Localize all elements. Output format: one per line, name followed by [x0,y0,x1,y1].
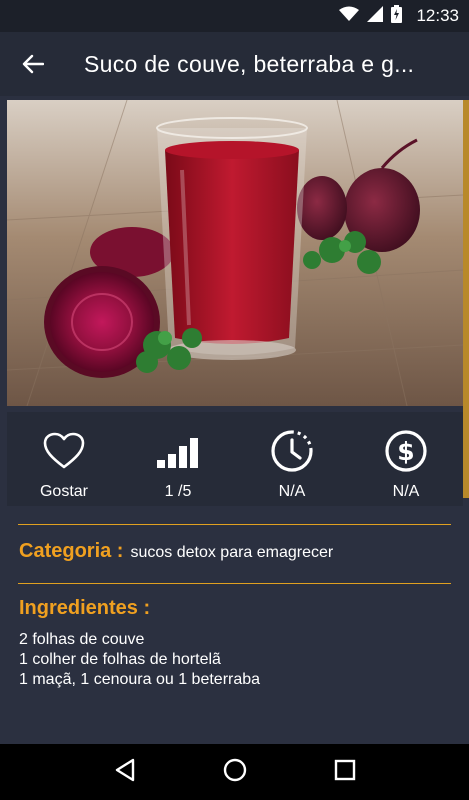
category-key: Categoria : [19,540,124,562]
wifi-icon [339,6,360,27]
arrow-back-icon [22,54,44,74]
app-bar: Suco de couve, beterraba e g... [0,32,469,96]
battery-icon [391,4,403,28]
circle-home-icon [223,758,246,781]
svg-text:$: $ [397,437,414,466]
difficulty-indicator: 1 /5 [121,412,235,506]
page-title: Suco de couve, beterraba e g... [84,50,415,77]
ingredients-list: 2 folhas de couve 1 colher de folhas de … [19,630,260,690]
ingredients-title: Ingredientes : [19,597,151,619]
difficulty-label: 1 /5 [164,483,192,500]
cost-label: N/A [392,483,420,500]
status-bar: 12:33 [0,0,469,32]
prep-time-label: N/A [278,483,306,500]
like-label: Gostar [39,483,88,500]
divider-top [18,524,451,525]
like-button[interactable]: Gostar [7,412,121,506]
category-value: sucos detox para emagrecer [130,544,334,561]
difficulty-bars-icon [157,438,198,468]
triangle-back-icon [115,758,134,781]
clock-icon [271,430,313,472]
recipe-image [7,100,463,406]
dollar-icon: $ [385,430,427,472]
ingredient-item: 1 colher de folhas de hortelã [19,651,221,668]
signal-icon [367,5,384,27]
action-row: Gostar 1 /5 N/A $ N/A [7,412,463,506]
category-row: Categoria : sucos detox para emagrecer [19,540,333,563]
clock-time: 12:33 [416,6,459,25]
prep-time-indicator: N/A [235,412,349,506]
accent-bar [463,100,469,498]
nav-back-button[interactable] [114,758,136,787]
nav-recents-button[interactable] [334,759,356,786]
ingredient-item: 1 maçã, 1 cenoura ou 1 beterraba [19,671,261,688]
ingredient-item: 2 folhas de couve [19,631,145,648]
cost-indicator: $ N/A [349,412,463,506]
nav-home-button[interactable] [223,758,247,787]
navigation-bar [0,744,469,800]
back-button[interactable] [0,32,66,96]
heart-icon [43,432,85,469]
divider-middle [18,583,451,584]
square-recents-icon [334,759,355,780]
